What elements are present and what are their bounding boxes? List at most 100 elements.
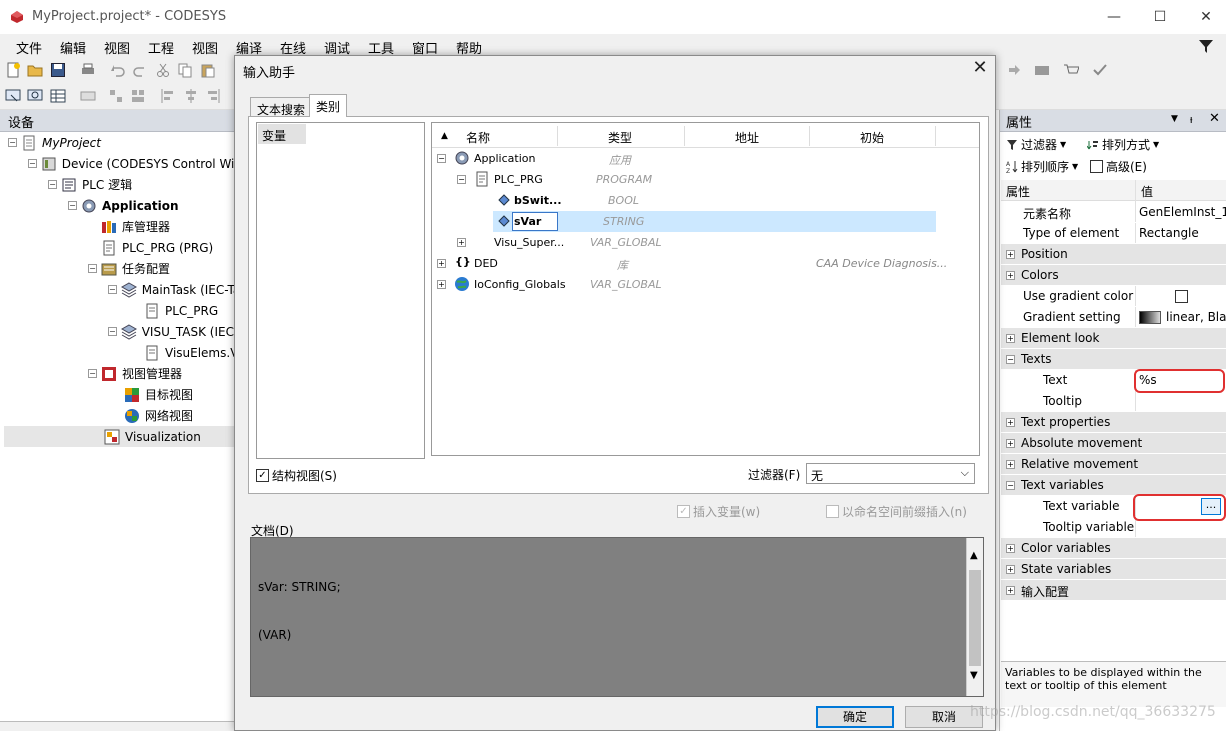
properties-sort-by-button[interactable]: 排列方式 ▼	[1087, 136, 1159, 153]
menu-view[interactable]: 视图	[104, 38, 130, 57]
prop-group-text-properties[interactable]: + Text properties	[1001, 412, 1226, 433]
expand-icon[interactable]: +	[1006, 586, 1015, 595]
scroll-up-icon[interactable]: ▲	[970, 550, 978, 561]
prop-group-text-variables[interactable]: − Text variables	[1001, 475, 1226, 496]
menu-file[interactable]: 文件	[16, 38, 42, 57]
tree-item-plc-prg[interactable]: PLC_PRG (PRG)	[4, 237, 236, 258]
expand-icon[interactable]: +	[1006, 565, 1015, 574]
tree-item-visualization[interactable]: Visualization	[4, 426, 236, 447]
expand-icon[interactable]: +	[1006, 460, 1015, 469]
collapse-icon[interactable]: −	[108, 285, 117, 294]
column-initial[interactable]: 初始	[860, 129, 884, 146]
funnel-icon[interactable]	[1198, 38, 1214, 54]
tab-text-search[interactable]: 文本搜索	[250, 97, 313, 117]
sort-up-icon[interactable]: ▲	[441, 131, 448, 141]
prop-group-relative-movement[interactable]: + Relative movement	[1001, 454, 1226, 475]
prop-row-element-name[interactable]: 元素名称 GenElemInst_1	[1001, 202, 1226, 223]
tree-item-library-manager[interactable]: 库管理器	[4, 216, 236, 237]
copy-icon[interactable]	[177, 62, 193, 78]
tab-categories[interactable]: 类别	[309, 94, 348, 117]
grid-row-plc-prg[interactable]: − PLC_PRG PROGRAM	[432, 169, 980, 190]
close-panel-icon[interactable]: ✕	[1209, 111, 1220, 126]
print-icon[interactable]	[80, 62, 96, 78]
structured-view-checkbox-box[interactable]: ✓	[256, 469, 269, 482]
visu-zoom-icon[interactable]	[27, 88, 43, 104]
collapse-icon[interactable]: −	[8, 138, 17, 147]
column-address[interactable]: 地址	[735, 129, 759, 146]
tree-item-visu-task[interactable]: − VISU_TASK (IEC-Ta	[4, 321, 250, 342]
column-name[interactable]: 名称	[466, 129, 490, 146]
scroll-down-icon[interactable]: ▼	[970, 670, 978, 681]
menu-view-2[interactable]: 视图	[192, 38, 218, 57]
tree-item-main-task[interactable]: − MainTask (IEC-Tasks	[4, 279, 260, 300]
prop-group-absolute-movement[interactable]: + Absolute movement	[1001, 433, 1226, 454]
prop-group-texts[interactable]: − Texts	[1001, 349, 1226, 370]
open-folder-icon[interactable]	[27, 62, 43, 78]
tree-item-task-config[interactable]: − 任务配置	[4, 258, 236, 279]
new-file-icon[interactable]	[5, 62, 21, 78]
expand-icon[interactable]: +	[1006, 544, 1015, 553]
visu-select-icon[interactable]	[5, 88, 21, 104]
filter-dropdown[interactable]: 无 ⌵	[806, 463, 975, 484]
bottom-panel-tabs[interactable]	[0, 721, 236, 731]
tree-item-target-visu[interactable]: 目标视图	[4, 384, 236, 405]
prop-group-element-look[interactable]: + Element look	[1001, 328, 1226, 349]
menu-project[interactable]: 工程	[148, 38, 174, 57]
insert-variable-checkbox[interactable]: ✓ 插入变量(w)	[677, 503, 760, 520]
menu-edit[interactable]: 编辑	[60, 38, 86, 57]
expand-icon[interactable]: +	[1006, 334, 1015, 343]
collapse-icon[interactable]: −	[437, 154, 446, 163]
tree-item-project[interactable]: − MyProject	[4, 132, 236, 153]
visu-table-icon[interactable]	[50, 88, 66, 104]
expand-icon[interactable]: +	[1006, 439, 1015, 448]
advanced-checkbox[interactable]: 高级(E)	[1090, 158, 1147, 175]
insert-variable-checkbox-box[interactable]: ✓	[677, 505, 690, 518]
save-icon[interactable]	[50, 62, 66, 78]
properties-sort-order-button[interactable]: AZ 排列顺序 ▼	[1006, 158, 1078, 175]
prop-row-tooltip[interactable]: Tooltip	[1001, 391, 1226, 412]
prop-group-position[interactable]: + Position	[1001, 244, 1226, 265]
properties-filter-button[interactable]: 过滤器 ▼	[1006, 136, 1066, 153]
grid-row-svar[interactable]: sVar STRING	[432, 211, 980, 232]
tree-item-visu-manager[interactable]: − 视图管理器	[4, 363, 236, 384]
collapse-icon[interactable]: −	[1006, 355, 1015, 364]
prop-group-state-variables[interactable]: + State variables	[1001, 559, 1226, 580]
prop-group-color-variables[interactable]: + Color variables	[1001, 538, 1226, 559]
prop-group-colors[interactable]: + Colors	[1001, 265, 1226, 286]
close-window-button[interactable]: ✕	[1183, 4, 1226, 30]
tree-item-plc-logic[interactable]: − PLC 逻辑	[4, 174, 236, 195]
grid-row-ded[interactable]: + {} DED 库 CAA Device Diagnosis...	[432, 253, 980, 274]
panel-dropdown-icon[interactable]: ▼	[1171, 114, 1178, 124]
align-left-icon[interactable]	[160, 88, 176, 104]
advanced-checkbox-box[interactable]	[1090, 160, 1103, 173]
structured-view-checkbox[interactable]: ✓ 结构视图(S)	[256, 467, 337, 484]
dialog-close-button[interactable]: ✕	[968, 58, 992, 80]
tree-item-visu-elems[interactable]: VisuElems.Visu	[4, 342, 255, 363]
group-icon[interactable]	[108, 88, 124, 104]
documentation-scrollbar[interactable]: ▲ ▼	[966, 538, 983, 696]
column-type[interactable]: 类型	[608, 129, 632, 146]
expand-icon[interactable]: +	[437, 280, 446, 289]
grid-row-application[interactable]: − Application 应用	[432, 148, 980, 169]
pin-icon[interactable]: ᵼ	[1190, 113, 1192, 126]
documentation-area[interactable]	[250, 537, 984, 697]
redo-icon[interactable]	[132, 62, 148, 78]
prop-row-type-of-element[interactable]: Type of element Rectangle	[1001, 223, 1226, 244]
tree-item-main-task-plc-prg[interactable]: PLC_PRG	[4, 300, 236, 321]
collapse-icon[interactable]: −	[108, 327, 117, 336]
cart-icon[interactable]	[1063, 62, 1079, 78]
tree-item-device[interactable]: − Device (CODESYS Control Win V3 x6	[4, 153, 280, 174]
collapse-icon[interactable]: −	[1006, 481, 1015, 490]
tree-item-web-visu[interactable]: 网络视图	[4, 405, 236, 426]
cut-icon[interactable]	[155, 62, 171, 78]
expand-icon[interactable]: +	[1006, 418, 1015, 427]
insert-namespace-checkbox[interactable]: 以命名空间前缀插入(n)	[826, 503, 967, 520]
collapse-icon[interactable]: −	[88, 369, 97, 378]
breakpoint-icon[interactable]	[1034, 62, 1050, 78]
category-item-variables[interactable]: 变量	[258, 124, 306, 144]
prop-row-gradient-setting[interactable]: Gradient setting linear, Bla...	[1001, 307, 1226, 328]
prop-row-use-gradient[interactable]: Use gradient color	[1001, 286, 1226, 307]
maximize-button[interactable]: ☐	[1137, 4, 1183, 30]
expand-icon[interactable]: +	[437, 259, 446, 268]
align-right-icon[interactable]	[205, 88, 221, 104]
